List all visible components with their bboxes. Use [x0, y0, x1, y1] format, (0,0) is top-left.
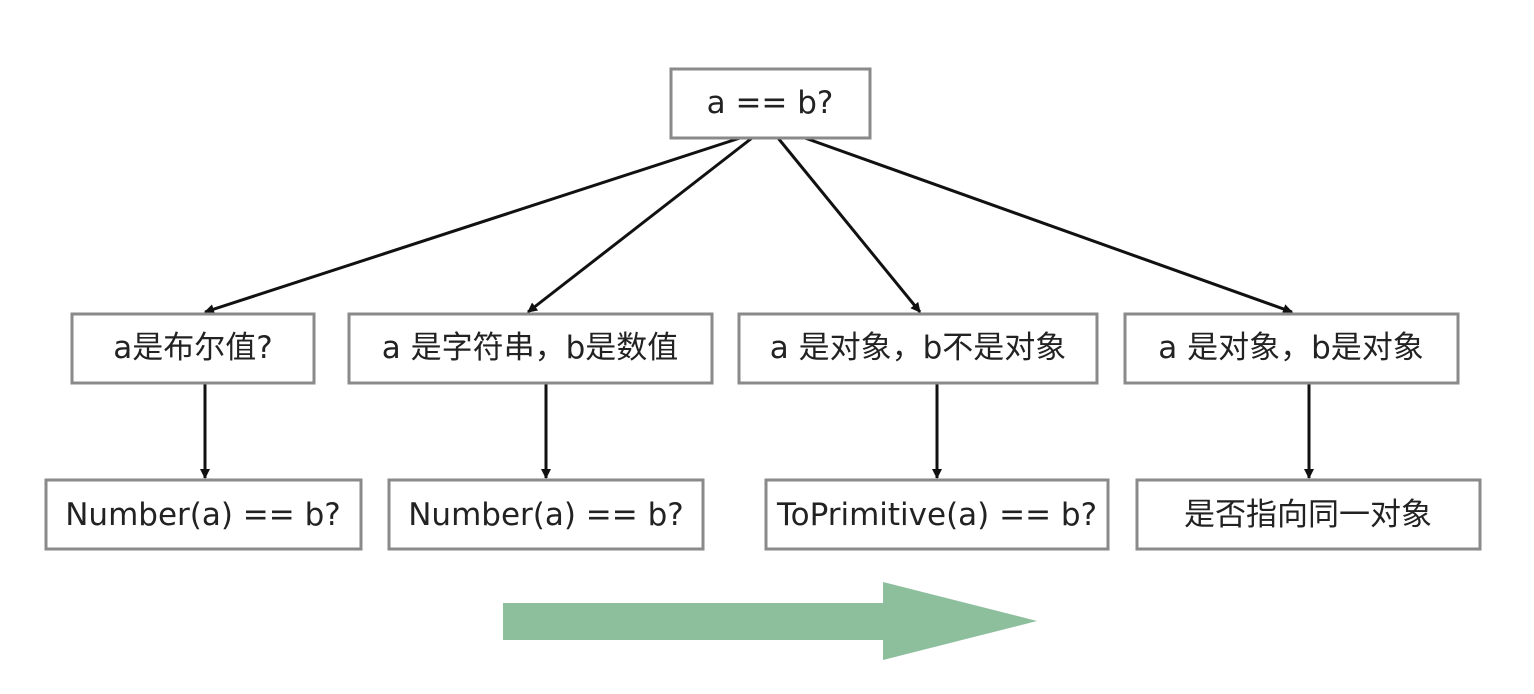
result-node-3-label: ToPrimitive(a) == b?: [776, 497, 1097, 533]
condition-node-4-label: a 是对象，b是对象: [1158, 330, 1424, 366]
result-node-4-label: 是否指向同一对象: [1184, 497, 1432, 533]
result-node-2-label: Number(a) == b?: [408, 497, 684, 533]
result-node-4: 是否指向同一对象: [1135, 478, 1482, 551]
edge-root-to-condition-2: [527, 136, 753, 314]
root-node: a == b?: [669, 67, 872, 140]
condition-node-2: a 是字符串，b是数值: [347, 312, 714, 385]
condition-node-4: a 是对象，b是对象: [1123, 312, 1460, 385]
root-edges: [204, 136, 1293, 314]
condition-edges: [200, 383, 1314, 479]
edge-root-to-condition-1: [204, 136, 741, 314]
result-node-1: Number(a) == b?: [44, 478, 363, 551]
result-node-3: ToPrimitive(a) == b?: [764, 478, 1110, 551]
condition-node-3: a 是对象，b不是对象: [737, 312, 1099, 385]
result-node-1-label: Number(a) == b?: [65, 497, 341, 533]
result-node-2: Number(a) == b?: [387, 478, 705, 551]
condition-node-1: a是布尔值?: [70, 312, 316, 385]
root-node-label: a == b?: [707, 85, 834, 121]
edge-root-to-condition-4: [804, 136, 1293, 314]
direction-arrow-icon: [503, 582, 1037, 660]
condition-node-3-label: a 是对象，b不是对象: [770, 330, 1067, 366]
edge-root-to-condition-3: [776, 137, 922, 313]
condition-node-1-label: a是布尔值?: [113, 330, 272, 366]
flowchart: a == b? a是布尔值? a 是字符串，b是数值 a 是对象，b不是对象 a…: [44, 67, 1482, 660]
condition-node-2-label: a 是字符串，b是数值: [382, 330, 679, 366]
